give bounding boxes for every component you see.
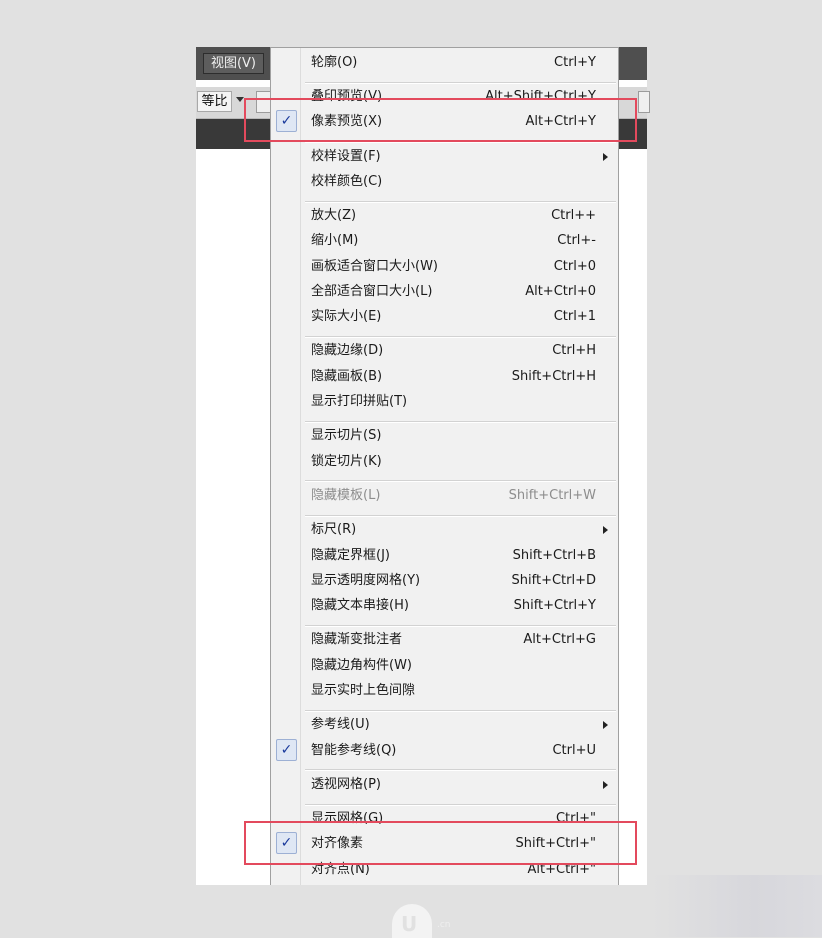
menu-item[interactable]: 隐藏画板(B) Shift+Ctrl+H <box>271 365 618 390</box>
ratio-dropdown[interactable]: 等比 <box>197 91 232 112</box>
menu-item-label: 隐藏文本串接(H) <box>311 598 409 613</box>
menu-item[interactable]: 放大(Z) Ctrl++ <box>271 204 618 229</box>
watermark-logo: U .cn <box>392 900 462 938</box>
menu-separator <box>305 625 616 627</box>
menu-separator <box>305 421 616 423</box>
menu-separator <box>305 336 616 338</box>
menu-separator <box>305 480 616 482</box>
menu-item-label: 参考线(U) <box>311 717 370 732</box>
menu-item[interactable]: 校样颜色(C) <box>271 170 618 195</box>
menu-item[interactable]: 锁定切片(K) <box>271 450 618 475</box>
menu-item[interactable]: 校样设置(F) <box>271 145 618 170</box>
menu-item[interactable]: 缩小(M) Ctrl+- <box>271 229 618 254</box>
menu-item[interactable]: 显示透明度网格(Y) Shift+Ctrl+D <box>271 569 618 594</box>
checkmark-icon: ✓ <box>276 739 297 761</box>
menu-item[interactable]: 轮廓(O) Ctrl+Y <box>271 51 618 76</box>
menu-item-label: 隐藏画板(B) <box>311 369 383 384</box>
menu-separator <box>305 82 616 84</box>
menu-item[interactable]: 隐藏文本串接(H) Shift+Ctrl+Y <box>271 594 618 619</box>
menu-item-shortcut: Ctrl++ <box>551 208 596 223</box>
menu-separator <box>305 769 616 771</box>
menu-item[interactable]: 隐藏渐变批注者 Alt+Ctrl+G <box>271 628 618 653</box>
menu-item-label: 透视网格(P) <box>311 777 381 792</box>
menu-item-shortcut: Shift+Ctrl+W <box>508 488 596 503</box>
menu-item-shortcut: Shift+Ctrl+D <box>511 573 596 588</box>
menu-separator <box>305 515 616 517</box>
menu-item[interactable]: 隐藏边角构件(W) <box>271 654 618 679</box>
menu-item[interactable]: 实际大小(E) Ctrl+1 <box>271 305 618 330</box>
menu-item-label: 隐藏定界框(J) <box>311 548 390 563</box>
menu-separator <box>305 804 616 806</box>
menu-item-label: 隐藏边缘(D) <box>311 343 384 358</box>
menu-item-label: 放大(Z) <box>311 208 357 223</box>
menu-item-shortcut: Ctrl+Y <box>554 55 596 70</box>
submenu-arrow-icon <box>603 781 608 789</box>
highlight-box-snap-to-pixel <box>244 821 637 865</box>
menu-item: 隐藏模板(L) Shift+Ctrl+W <box>271 484 618 509</box>
view-menu-button[interactable]: 视图(V) <box>203 53 264 74</box>
menu-item[interactable]: 标尺(R) <box>271 518 618 543</box>
menu-item-label: 锁定切片(K) <box>311 454 382 469</box>
menu-item[interactable]: 显示实时上色间隙 <box>271 679 618 704</box>
menu-item[interactable]: 显示切片(S) <box>271 424 618 449</box>
options-field-right[interactable] <box>638 91 650 113</box>
menu-item-label: 全部适合窗口大小(L) <box>311 284 433 299</box>
menu-item-label: 实际大小(E) <box>311 309 382 324</box>
menu-item-label: 显示实时上色间隙 <box>311 683 416 698</box>
menu-item[interactable]: 隐藏边缘(D) Ctrl+H <box>271 339 618 364</box>
watermark-letter: U <box>401 912 418 936</box>
menu-item-shortcut: Ctrl+U <box>552 743 596 758</box>
menu-item-label: 画板适合窗口大小(W) <box>311 259 438 274</box>
menu-item-shortcut: Ctrl+H <box>552 343 596 358</box>
highlight-box-pixel-preview <box>244 98 637 142</box>
menu-item[interactable]: 参考线(U) <box>271 713 618 738</box>
menu-item-label: 校样颜色(C) <box>311 174 383 189</box>
menu-item[interactable]: 画板适合窗口大小(W) Ctrl+0 <box>271 255 618 280</box>
menu-item-shortcut: Alt+Ctrl+0 <box>525 284 596 299</box>
menu-item[interactable]: 全部适合窗口大小(L) Alt+Ctrl+0 <box>271 280 618 305</box>
menu-item-shortcut: Alt+Ctrl+G <box>523 632 596 647</box>
menu-item[interactable]: ✓ 智能参考线(Q) Ctrl+U <box>271 739 618 764</box>
submenu-arrow-icon <box>603 526 608 534</box>
menu-item-label: 智能参考线(Q) <box>311 743 397 758</box>
menu-item-label: 轮廓(O) <box>311 55 358 70</box>
menu-item-shortcut: Ctrl+- <box>557 233 596 248</box>
menu-item-label: 隐藏边角构件(W) <box>311 658 412 673</box>
menu-item-shortcut: Shift+Ctrl+H <box>511 369 596 384</box>
menu-item[interactable]: 隐藏定界框(J) Shift+Ctrl+B <box>271 544 618 569</box>
menu-item-shortcut: Ctrl+1 <box>553 309 596 324</box>
menu-item-label: 隐藏渐变批注者 <box>311 632 403 647</box>
menu-item-label: 显示透明度网格(Y) <box>311 573 421 588</box>
view-menu-dropdown: 轮廓(O) Ctrl+Y 叠印预览(V) Alt+Shift+Ctrl+Y ✓ 像素预览(… <box>270 47 619 885</box>
watermark-suffix: .cn <box>437 920 451 930</box>
menu-item-label: 显示切片(S) <box>311 428 382 443</box>
submenu-arrow-icon <box>603 153 608 161</box>
menu-item-label: 缩小(M) <box>311 233 359 248</box>
menu-item-shortcut: Ctrl+0 <box>553 259 596 274</box>
menu-separator <box>305 710 616 712</box>
corner-shadow <box>652 875 822 937</box>
chevron-down-icon[interactable] <box>236 97 244 102</box>
menu-item-label: 校样设置(F) <box>311 149 381 164</box>
menu-item-shortcut: Shift+Ctrl+Y <box>513 598 596 613</box>
menu-item[interactable]: 透视网格(P) <box>271 773 618 798</box>
menu-item-label: 隐藏模板(L) <box>311 488 381 503</box>
menu-item-label: 标尺(R) <box>311 522 357 537</box>
submenu-arrow-icon <box>603 721 608 729</box>
menu-item-shortcut: Shift+Ctrl+B <box>512 548 596 563</box>
menu-item-label: 显示打印拼贴(T) <box>311 394 408 409</box>
menu-separator <box>305 201 616 203</box>
menu-item[interactable]: 显示打印拼贴(T) <box>271 390 618 415</box>
